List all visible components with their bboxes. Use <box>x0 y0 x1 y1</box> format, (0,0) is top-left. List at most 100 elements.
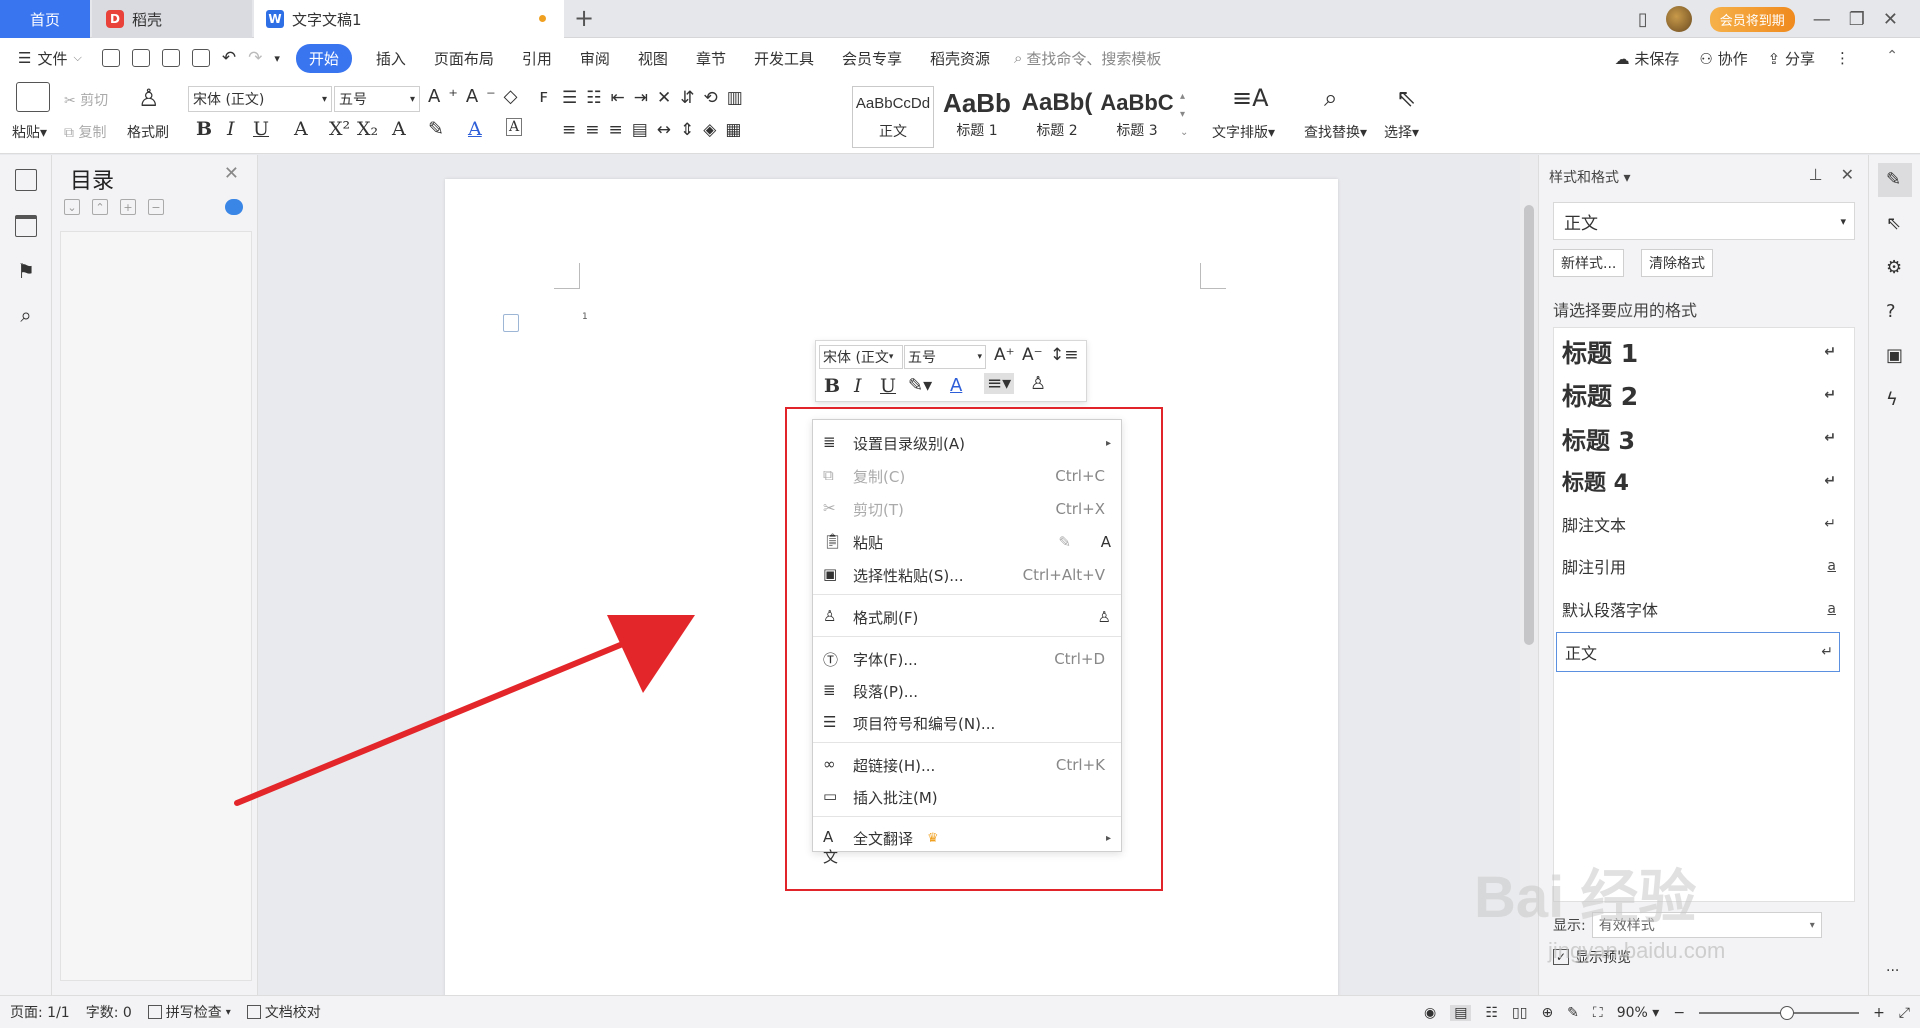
underline-button[interactable]: U <box>880 375 896 397</box>
menu-item-cut[interactable]: ✂ 剪切(T) Ctrl+X <box>813 494 1121 524</box>
menu-item-paste-special[interactable]: ▣ 选择性粘贴(S)... Ctrl+Alt+V <box>813 560 1121 590</box>
select-button[interactable]: 选择▾ <box>1384 122 1419 142</box>
tab-home[interactable]: 首页 <box>0 0 90 38</box>
avatar[interactable] <box>1665 6 1692 32</box>
reading-view-icon[interactable]: ▯▯ <box>1512 1005 1527 1021</box>
bold-button[interactable]: B <box>824 375 840 397</box>
list-indent-icons[interactable]: ☰☷⇤⇥✕⇵⟲▥ <box>562 88 752 108</box>
collapse-icon[interactable]: ⌃ <box>92 199 108 215</box>
select-cursor-icon[interactable]: ⇖ <box>1886 213 1906 234</box>
unsaved-button[interactable]: ☁ 未保存 <box>1615 48 1680 69</box>
style-row-heading-3[interactable]: 标题 3 ↵ <box>1554 418 1854 458</box>
close-icon[interactable]: ✕ <box>224 163 239 184</box>
export-pdf-icon[interactable] <box>131 49 150 67</box>
font-size-select[interactable]: 五号 ▾ <box>334 86 420 112</box>
search-icon[interactable]: ⌕ <box>15 303 37 327</box>
line-spacing-icon[interactable]: ↕≡ <box>1050 345 1079 365</box>
menu-item-paragraph[interactable]: ≣ 段落(P)... <box>813 676 1121 706</box>
fit-page-icon[interactable]: ⛶ <box>1593 1005 1603 1021</box>
menu-item-format-painter[interactable]: ♙ 格式刷(F) ♙ <box>813 602 1121 632</box>
vip-badge[interactable]: 会员将到期 <box>1709 6 1795 32</box>
copy-button[interactable]: ⧉ 复制 <box>64 122 106 142</box>
style-row-footnote-ref[interactable]: 脚注引用 a <box>1554 546 1854 586</box>
menu-item-bullets[interactable]: ☰ 项目符号和编号(N)... <box>813 708 1121 738</box>
alignment-icons[interactable]: ≡≡≡▤↔⇕◈▦ <box>562 120 750 140</box>
font-color-icon[interactable]: A <box>950 375 962 396</box>
customize-quick-access-icon[interactable]: ▾ <box>274 52 280 65</box>
style-heading-3[interactable]: AaBbC 标题 3 <box>1096 86 1178 148</box>
format-painter-multi-icon[interactable]: ♙ <box>1098 608 1111 626</box>
highlight-icon[interactable]: ✎▾ <box>908 375 932 396</box>
restore-icon[interactable]: ❐ <box>1849 9 1865 30</box>
menu-item-toc-level[interactable]: ≣ 设置目录级别(A) ▸ <box>813 428 1121 458</box>
menu-item-font[interactable]: Ⓣ 字体(F)... Ctrl+D <box>813 644 1121 674</box>
tab-page-layout[interactable]: 页面布局 <box>420 48 508 69</box>
remove-icon[interactable]: − <box>148 199 164 215</box>
command-search[interactable]: ⌕ 查找命令、搜索模板 <box>1014 48 1161 69</box>
font-grow-shrink-icons[interactable]: A⁺A⁻◇ ꜰ <box>428 86 556 107</box>
style-row-heading-4[interactable]: 标题 4 ↵ <box>1554 461 1854 501</box>
tab-references[interactable]: 引用 <box>508 48 566 69</box>
menu-item-translate[interactable]: A文 全文翻译 ♛ ▸ <box>813 823 1121 866</box>
font-color-button[interactable]: A <box>468 118 482 140</box>
zoom-level[interactable]: 90% ▾ <box>1617 1005 1660 1021</box>
document-proofread[interactable]: 文档校对 <box>239 1002 329 1022</box>
pin-icon[interactable]: ⊥ <box>1809 165 1823 184</box>
share-button[interactable]: ⇪ 分享 <box>1768 48 1815 69</box>
undo-icon[interactable]: ↶ <box>222 48 236 68</box>
paragraph-layout-icon[interactable] <box>503 314 519 332</box>
text-effects-button[interactable]: A <box>392 118 406 140</box>
italic-button[interactable]: I <box>854 375 862 397</box>
tab-daoke[interactable]: D 稻壳 <box>92 0 252 38</box>
bookmark-icon[interactable]: ⚑ <box>15 259 37 283</box>
outline-view-icon[interactable]: ☷ <box>1485 1005 1498 1021</box>
find-icon[interactable]: ⌕ <box>1324 84 1337 112</box>
tab-review[interactable]: 审阅 <box>566 48 624 69</box>
menu-item-insert-comment[interactable]: ▭ 插入批注(M) <box>813 782 1121 812</box>
print-preview-icon[interactable] <box>191 49 210 67</box>
zoom-out-icon[interactable]: − <box>1673 1005 1685 1021</box>
format-painter-button[interactable]: 格式刷 <box>127 122 169 142</box>
style-row-normal[interactable]: 正文 ↵ <box>1556 632 1840 672</box>
zoom-slider[interactable] <box>1699 1005 1860 1020</box>
sidebar-toggle-icon[interactable]: ▯ <box>1638 9 1648 30</box>
new-tab-button[interactable]: + <box>574 4 594 32</box>
bold-button[interactable]: B <box>196 118 212 140</box>
word-count[interactable]: 字数: 0 <box>78 1002 140 1022</box>
minimize-icon[interactable]: — <box>1813 9 1831 30</box>
file-menu[interactable]: ☰ 文件 ⌵ <box>0 48 96 69</box>
format-painter-icon[interactable]: ♙ <box>1030 373 1046 394</box>
zoom-in-icon[interactable]: + <box>1873 1005 1885 1021</box>
clear-format-button[interactable]: 清除格式 <box>1641 249 1713 277</box>
menu-item-copy[interactable]: ⧉ 复制(C) Ctrl+C <box>813 461 1121 491</box>
close-icon[interactable]: ✕ <box>1841 165 1854 184</box>
tab-section[interactable]: 章节 <box>682 48 740 69</box>
style-row-heading-1[interactable]: 标题 1 ↵ <box>1554 332 1854 372</box>
more-icon[interactable]: ⋮ <box>1835 49 1850 67</box>
style-gallery-scroll[interactable]: ▴ ▾ ⌄ <box>1180 88 1188 142</box>
mini-font-size-select[interactable]: 五号 ▾ <box>904 345 986 369</box>
italic-button[interactable]: I <box>227 118 235 140</box>
sliders-icon[interactable]: ⚙ <box>1886 257 1906 278</box>
more-icon[interactable]: ··· <box>1886 963 1906 983</box>
find-replace-button[interactable]: 查找替换▾ <box>1304 122 1367 142</box>
page-count[interactable]: 页面: 1/1 <box>0 1002 78 1022</box>
spell-check[interactable]: 拼写检查 ▾ <box>140 1002 239 1022</box>
subscript-button[interactable]: X₂ <box>357 118 378 140</box>
web-view-icon[interactable]: ⊕ <box>1541 1005 1553 1021</box>
fullscreen-icon[interactable]: ⤢ <box>1899 1005 1910 1021</box>
save-icon[interactable] <box>101 49 120 67</box>
tab-insert[interactable]: 插入 <box>362 48 420 69</box>
style-row-heading-2[interactable]: 标题 2 ↵ <box>1554 375 1854 415</box>
close-icon[interactable]: ✕ <box>1883 9 1898 30</box>
add-icon[interactable]: + <box>120 199 136 215</box>
paste-button[interactable]: 粘贴▾ <box>12 122 47 142</box>
text-layout-icon[interactable]: ≡A <box>1232 84 1269 112</box>
redo-icon[interactable]: ↷ <box>248 48 262 68</box>
styles-panel-title[interactable]: 样式和格式 ▾ <box>1549 167 1630 187</box>
underline-button[interactable]: U <box>253 118 269 140</box>
toc-panel-icon[interactable] <box>15 169 37 191</box>
tab-daoke-resources[interactable]: 稻壳资源 <box>916 48 1004 69</box>
style-row-default-font[interactable]: 默认段落字体 a <box>1554 589 1854 629</box>
style-heading-2[interactable]: AaBb( 标题 2 <box>1016 86 1098 148</box>
